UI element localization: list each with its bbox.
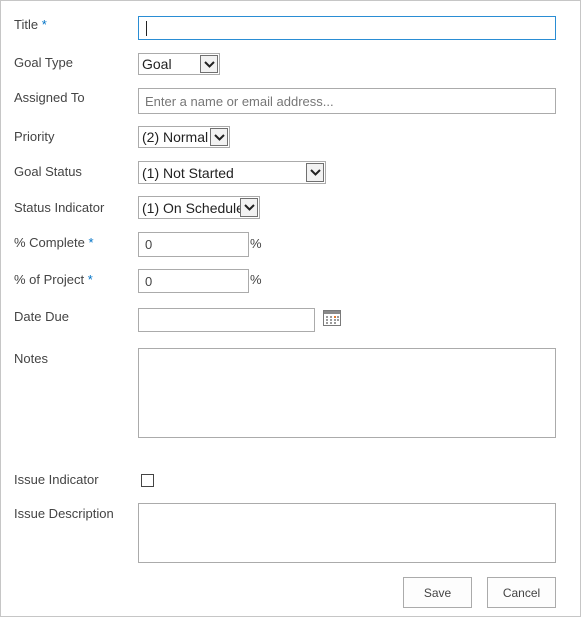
required-marker: * (87, 272, 93, 287)
priority-select[interactable]: (2) Normal (138, 126, 230, 148)
goal-status-label: Goal Status (14, 164, 82, 179)
percent-of-project-label: % of Project * (14, 272, 93, 287)
percent-of-project-input[interactable]: 0 (138, 269, 249, 293)
percent-complete-input[interactable]: 0 (138, 232, 249, 257)
notes-label: Notes (14, 351, 48, 366)
chevron-down-icon (306, 163, 324, 182)
issue-description-label: Issue Description (14, 506, 114, 521)
goal-form: Title * Goal Type Goal Assigned To Enter… (0, 0, 581, 617)
assigned-to-placeholder: Enter a name or email address... (145, 93, 334, 109)
title-label: Title * (14, 17, 47, 32)
issue-description-textarea[interactable] (138, 503, 556, 563)
status-indicator-select[interactable]: (1) On Schedule (138, 196, 260, 219)
chevron-down-icon (240, 198, 258, 217)
issue-indicator-checkbox[interactable] (141, 474, 154, 487)
percent-of-project-unit: % (250, 272, 262, 287)
priority-label: Priority (14, 129, 55, 144)
notes-textarea[interactable] (138, 348, 556, 438)
goal-status-select[interactable]: (1) Not Started (138, 161, 326, 184)
text-cursor (146, 21, 147, 36)
priority-value: (2) Normal (142, 129, 209, 145)
goal-status-value: (1) Not Started (142, 164, 234, 181)
title-input[interactable] (138, 16, 556, 40)
goal-type-select[interactable]: Goal (138, 53, 220, 75)
assigned-to-label: Assigned To (14, 90, 85, 105)
issue-indicator-label: Issue Indicator (14, 472, 99, 487)
cancel-button[interactable]: Cancel (487, 577, 556, 608)
percent-complete-label: % Complete * (14, 235, 94, 250)
chevron-down-icon (200, 55, 218, 73)
save-button[interactable]: Save (403, 577, 472, 608)
date-due-label: Date Due (14, 309, 69, 324)
goal-type-label: Goal Type (14, 55, 74, 70)
required-marker: * (41, 17, 47, 32)
percent-complete-value: 0 (145, 237, 153, 252)
status-indicator-value: (1) On Schedule (142, 199, 244, 216)
goal-type-value: Goal (142, 56, 172, 72)
date-due-input[interactable] (138, 308, 315, 332)
required-marker: * (88, 235, 94, 250)
status-indicator-label: Status Indicator (14, 200, 105, 215)
calendar-icon[interactable] (323, 310, 341, 326)
percent-of-project-value: 0 (145, 273, 153, 289)
assigned-to-input[interactable]: Enter a name or email address... (138, 88, 556, 114)
percent-complete-unit: % (250, 236, 262, 251)
chevron-down-icon (210, 128, 228, 146)
